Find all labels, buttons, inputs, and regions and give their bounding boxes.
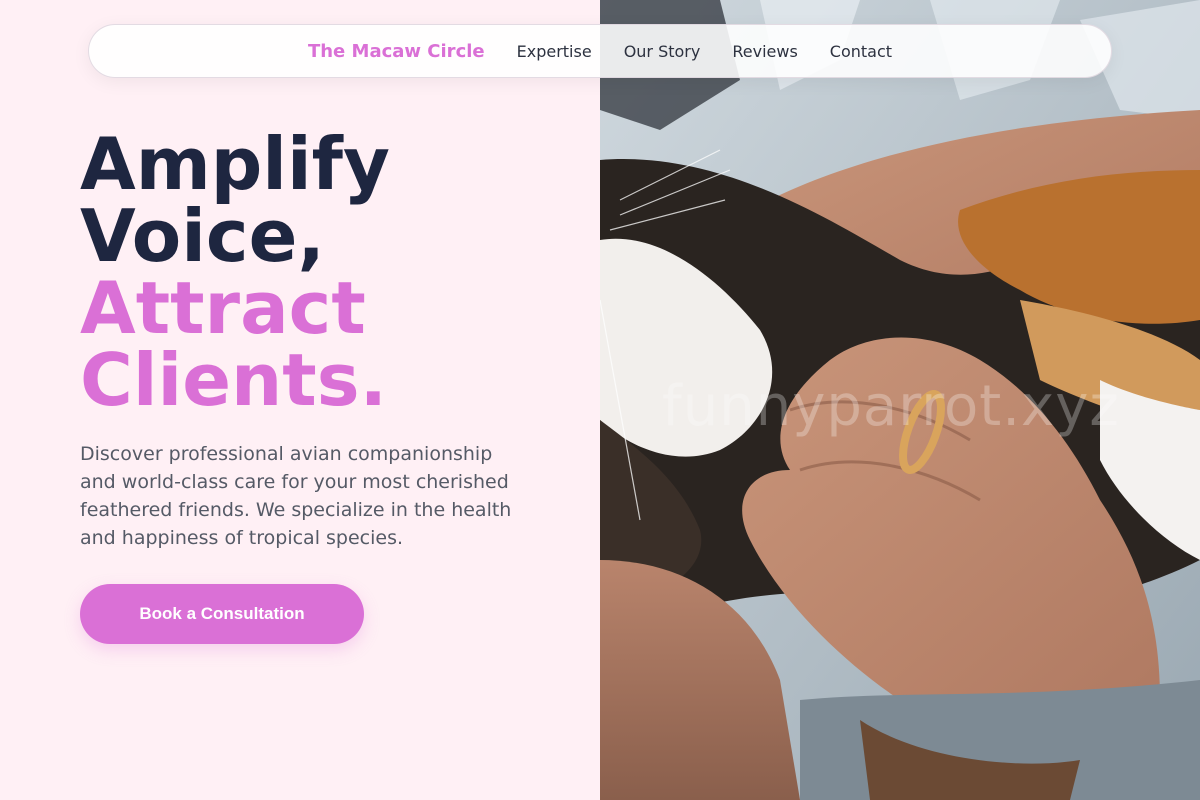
nav-link-our-story[interactable]: Our Story [624, 42, 701, 61]
nav-link-reviews[interactable]: Reviews [732, 42, 797, 61]
nav-link-contact[interactable]: Contact [830, 42, 892, 61]
headline-line-1: Amplify [80, 122, 390, 206]
hero-headline: Amplify Voice, Attract Clients. [80, 128, 550, 416]
hero-section: Amplify Voice, Attract Clients. Discover… [80, 128, 550, 644]
headline-accent-line-1: Attract [80, 266, 366, 350]
headline-accent-line-2: Clients. [80, 338, 387, 422]
hero-description: Discover professional avian companionshi… [80, 443, 512, 549]
hero-photo: funnyparrot.xyz [600, 0, 1200, 800]
watermark-text: funnyparrot.xyz [662, 374, 1120, 439]
top-navigation: The Macaw Circle Expertise Our Story Rev… [88, 24, 1112, 78]
brand-logo-link[interactable]: The Macaw Circle [308, 41, 485, 62]
nav-link-expertise[interactable]: Expertise [517, 42, 592, 61]
book-consultation-button[interactable]: Book a Consultation [80, 584, 364, 644]
headline-line-2: Voice, [80, 194, 325, 278]
